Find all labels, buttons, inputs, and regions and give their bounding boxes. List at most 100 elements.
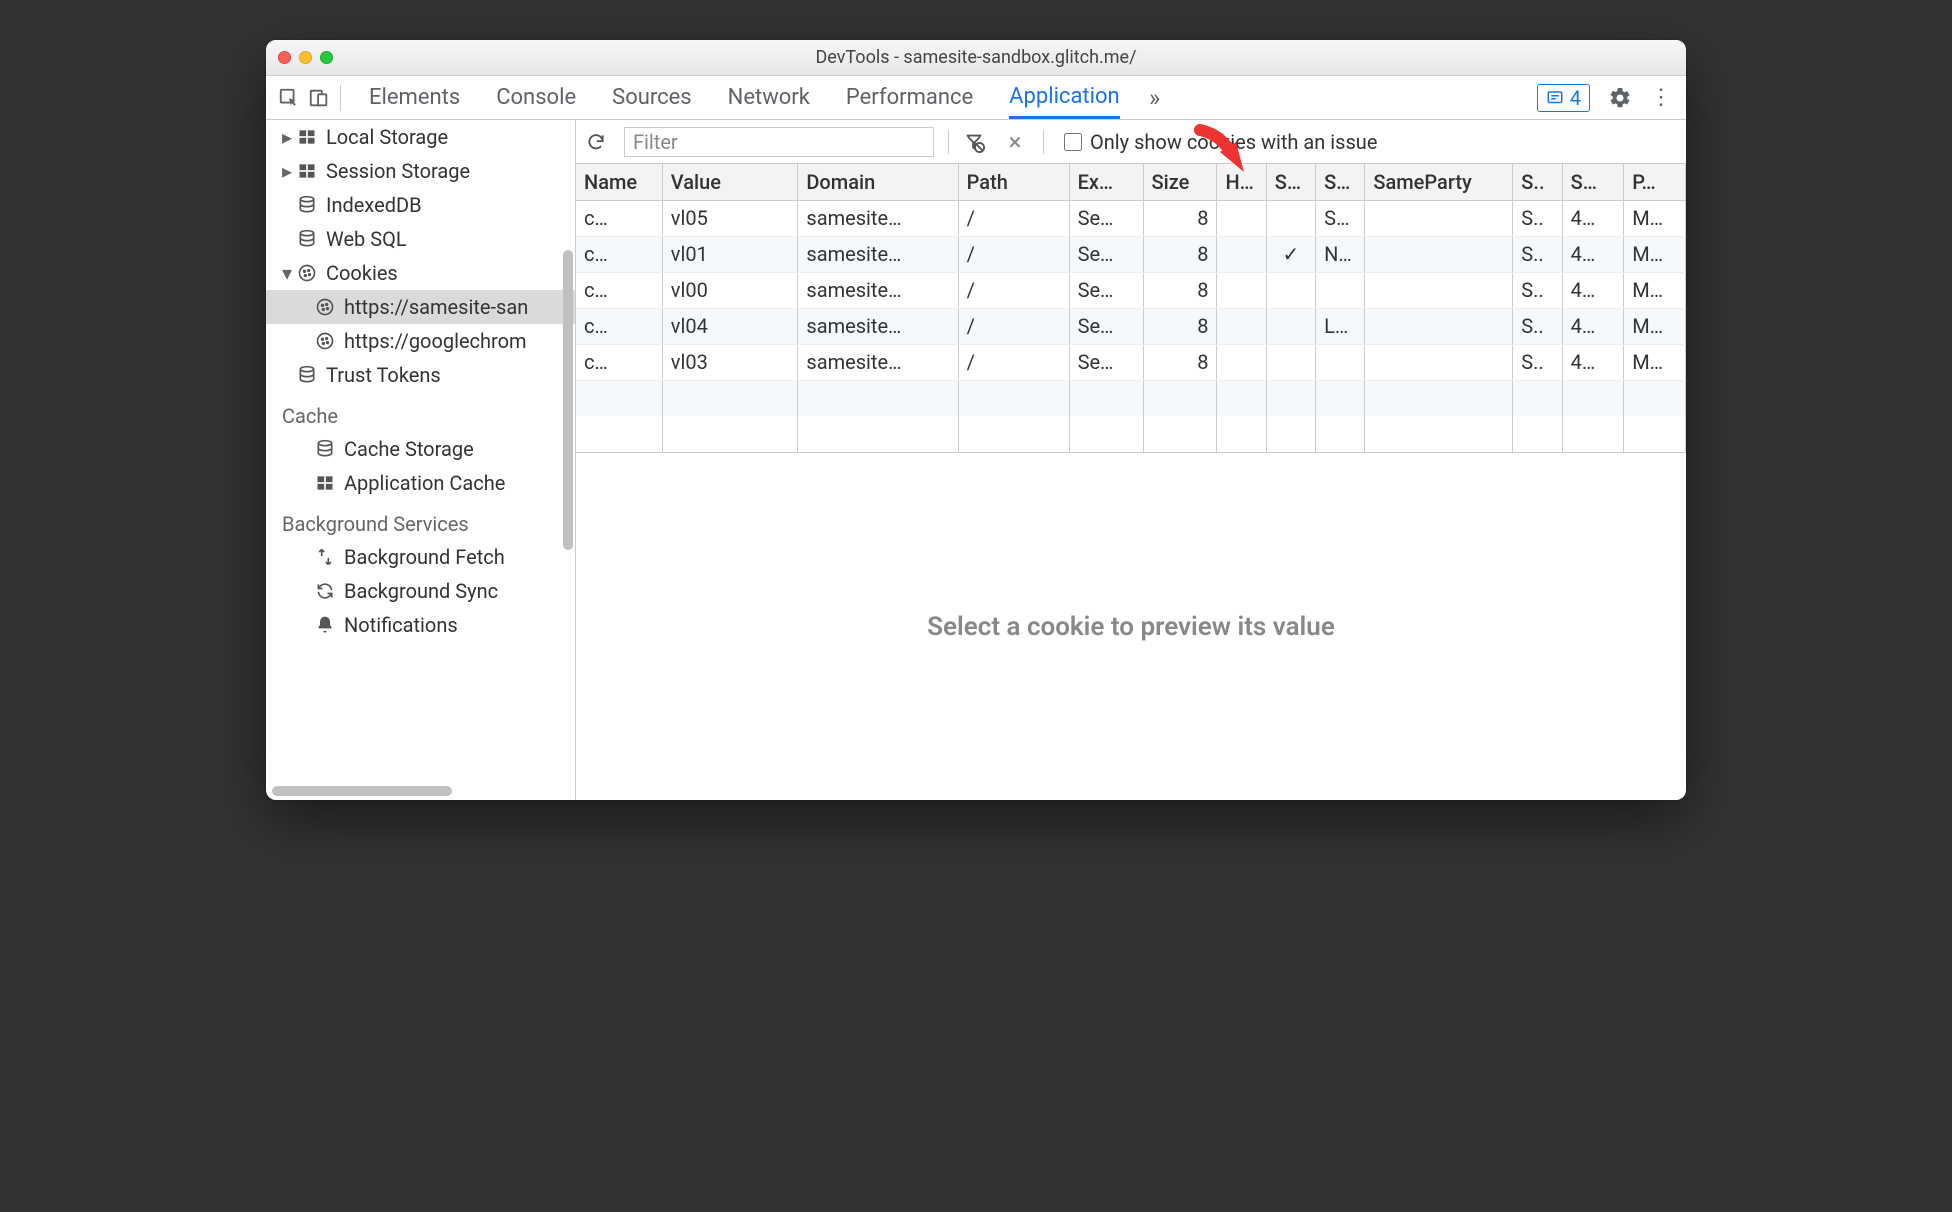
column-header[interactable]: S… bbox=[1316, 164, 1365, 200]
table-cell: c… bbox=[576, 308, 662, 344]
more-options-icon[interactable]: ⋮ bbox=[1650, 85, 1672, 110]
tab-console[interactable]: Console bbox=[496, 76, 576, 119]
table-cell bbox=[1217, 200, 1266, 236]
cookie-preview-placeholder: Select a cookie to preview its value bbox=[576, 453, 1686, 800]
grid-icon bbox=[296, 160, 318, 182]
table-cell: c… bbox=[576, 200, 662, 236]
table-cell bbox=[1365, 200, 1513, 236]
cookie-icon bbox=[314, 330, 336, 352]
sidebar-item-trust-tokens[interactable]: Trust Tokens bbox=[266, 358, 575, 392]
table-row[interactable]: c…vl04samesite…/Se…8L…S..4…M… bbox=[576, 308, 1686, 344]
sidebar-item-label: Background Sync bbox=[344, 579, 498, 603]
table-cell bbox=[1365, 236, 1513, 272]
window-title: DevTools - samesite-sandbox.glitch.me/ bbox=[266, 47, 1686, 68]
refresh-icon[interactable] bbox=[586, 132, 614, 152]
issues-chip[interactable]: 4 bbox=[1537, 84, 1590, 112]
fetch-icon bbox=[314, 546, 336, 568]
divider bbox=[1043, 130, 1044, 154]
table-cell: Se… bbox=[1069, 308, 1143, 344]
table-header-row: NameValueDomainPathEx…SizeH…S…S…SamePart… bbox=[576, 164, 1686, 200]
table-cell: 8 bbox=[1143, 236, 1217, 272]
table-cell: / bbox=[958, 272, 1069, 308]
table-cell: ✓ bbox=[1266, 236, 1315, 272]
table-cell: / bbox=[958, 236, 1069, 272]
table-cell: vl01 bbox=[662, 236, 798, 272]
sync-icon bbox=[314, 580, 336, 602]
table-cell: 4… bbox=[1562, 272, 1624, 308]
table-row[interactable]: c…vl03samesite…/Se…8S..4…M… bbox=[576, 344, 1686, 380]
column-header[interactable]: Name bbox=[576, 164, 662, 200]
sidebar-item-background-sync[interactable]: Background Sync bbox=[266, 574, 575, 608]
cookie-icon bbox=[296, 262, 318, 284]
divider bbox=[948, 130, 949, 154]
sidebar-item-label: Cache Storage bbox=[344, 437, 474, 461]
table-cell: M… bbox=[1624, 200, 1686, 236]
grid-icon bbox=[314, 472, 336, 494]
table-cell bbox=[1316, 272, 1365, 308]
sidebar-item-label: IndexedDB bbox=[326, 193, 422, 217]
column-header[interactable]: P… bbox=[1624, 164, 1686, 200]
maximize-window-button[interactable] bbox=[320, 51, 333, 64]
table-cell bbox=[1266, 308, 1315, 344]
table-cell: vl04 bbox=[662, 308, 798, 344]
column-header[interactable]: S… bbox=[1562, 164, 1624, 200]
inspect-element-icon[interactable] bbox=[274, 76, 304, 120]
cookie-icon bbox=[314, 296, 336, 318]
only-issues-checkbox-input[interactable] bbox=[1064, 133, 1082, 151]
settings-icon[interactable] bbox=[1608, 86, 1632, 110]
sidebar-item-session-storage[interactable]: ▸Session Storage bbox=[266, 154, 575, 188]
table-cell: 4… bbox=[1562, 236, 1624, 272]
minimize-window-button[interactable] bbox=[299, 51, 312, 64]
bell-icon bbox=[314, 614, 336, 636]
tab-application[interactable]: Application bbox=[1009, 76, 1119, 119]
column-header[interactable]: S.. bbox=[1513, 164, 1562, 200]
tab-performance[interactable]: Performance bbox=[846, 76, 973, 119]
more-tabs-icon[interactable]: » bbox=[1140, 76, 1170, 120]
column-header[interactable]: Path bbox=[958, 164, 1069, 200]
table-cell: M… bbox=[1624, 272, 1686, 308]
sidebar-item-notifications[interactable]: Notifications bbox=[266, 608, 575, 642]
device-toolbar-icon[interactable] bbox=[304, 76, 334, 120]
filter-input[interactable] bbox=[624, 127, 934, 157]
table-cell: S.. bbox=[1513, 236, 1562, 272]
table-cell: S… bbox=[1316, 200, 1365, 236]
sidebar-item-web-sql[interactable]: Web SQL bbox=[266, 222, 575, 256]
panel-tabs: Elements Console Sources Network Performance… bbox=[369, 76, 1120, 119]
sidebar-item-cookies[interactable]: ▾Cookies bbox=[266, 256, 575, 290]
clear-filtered-icon[interactable] bbox=[963, 131, 991, 153]
table-row[interactable]: c…vl05samesite…/Se…8S…S..4…M… bbox=[576, 200, 1686, 236]
sidebar-item-background-fetch[interactable]: Background Fetch bbox=[266, 540, 575, 574]
sidebar-item-cache-storage[interactable]: Cache Storage bbox=[266, 432, 575, 466]
table-cell: vl03 bbox=[662, 344, 798, 380]
column-header[interactable]: Value bbox=[662, 164, 798, 200]
table-cell: 4… bbox=[1562, 200, 1624, 236]
close-window-button[interactable] bbox=[278, 51, 291, 64]
sidebar-item-indexeddb[interactable]: IndexedDB bbox=[266, 188, 575, 222]
annotation-arrow bbox=[1192, 124, 1252, 176]
db-icon bbox=[296, 194, 318, 216]
table-row[interactable]: c…vl01samesite…/Se…8✓N…S..4…M… bbox=[576, 236, 1686, 272]
sidebar-hscroll-thumb[interactable] bbox=[272, 786, 452, 796]
table-cell: samesite… bbox=[798, 344, 958, 380]
divider bbox=[340, 85, 341, 111]
table-cell: S.. bbox=[1513, 200, 1562, 236]
column-header[interactable]: Ex… bbox=[1069, 164, 1143, 200]
table-row[interactable]: c…vl00samesite…/Se…8S..4…M… bbox=[576, 272, 1686, 308]
tab-elements[interactable]: Elements bbox=[369, 76, 460, 119]
table-cell: Se… bbox=[1069, 344, 1143, 380]
sidebar-item-https-samesite-san[interactable]: https://samesite-san bbox=[266, 290, 575, 324]
table-cell bbox=[1217, 236, 1266, 272]
devtools-window: DevTools - samesite-sandbox.glitch.me/ E… bbox=[266, 40, 1686, 800]
tab-sources[interactable]: Sources bbox=[612, 76, 692, 119]
table-cell: / bbox=[958, 308, 1069, 344]
clear-all-icon[interactable]: × bbox=[1001, 128, 1029, 156]
sidebar-item-application-cache[interactable]: Application Cache bbox=[266, 466, 575, 500]
column-header[interactable]: S… bbox=[1266, 164, 1315, 200]
sidebar-item-local-storage[interactable]: ▸Local Storage bbox=[266, 120, 575, 154]
column-header[interactable]: SameParty bbox=[1365, 164, 1513, 200]
sidebar-vscroll-thumb[interactable] bbox=[563, 250, 573, 550]
table-cell bbox=[1365, 344, 1513, 380]
tab-network[interactable]: Network bbox=[728, 76, 810, 119]
column-header[interactable]: Domain bbox=[798, 164, 958, 200]
sidebar-item-https-googlechrom[interactable]: https://googlechrom bbox=[266, 324, 575, 358]
